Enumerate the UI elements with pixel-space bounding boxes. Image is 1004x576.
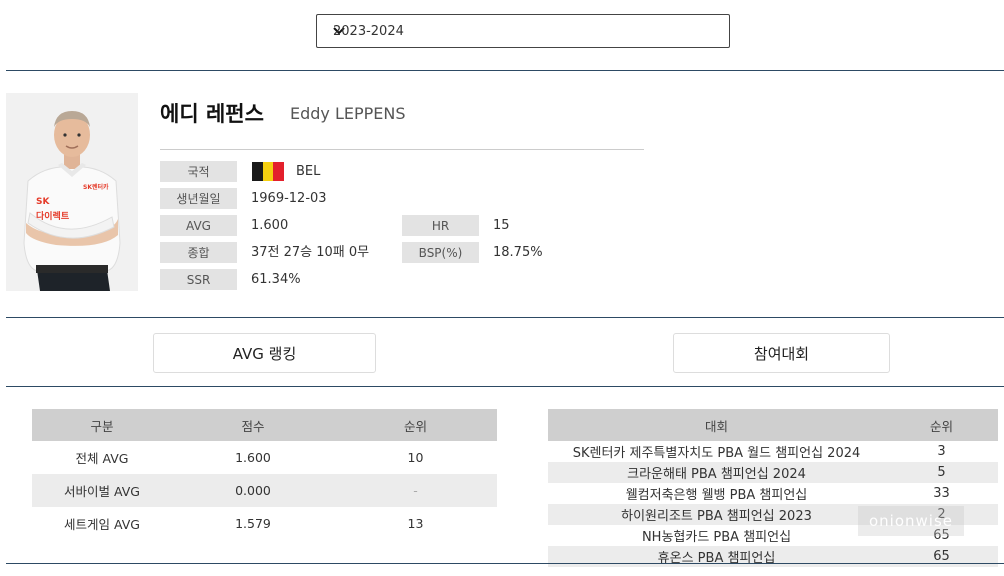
avg-row-category: 서바이벌 AVG bbox=[32, 474, 172, 507]
hr-value: 15 bbox=[493, 218, 510, 233]
tournament-rank: 5 bbox=[885, 462, 998, 483]
avg-value: 1.600 bbox=[251, 218, 289, 233]
shirt-logo-direct: 다이렉트 bbox=[36, 212, 70, 222]
tournament-name: NH농협카드 PBA 챔피언십 bbox=[641, 530, 792, 545]
avg-ranking-table: 구분 점수 순위 전체 AVG 1.600 10 서바이벌 AVG 0.000 … bbox=[32, 409, 497, 540]
tab-tournaments[interactable]: 참여대회 bbox=[673, 333, 890, 373]
table-row[interactable]: 크라운해태 PBA 챔피언십 2024 5 bbox=[548, 462, 998, 483]
tab-avg-ranking[interactable]: AVG 랭킹 bbox=[153, 333, 376, 373]
avg-row-category: 세트게임 AVG bbox=[64, 517, 140, 532]
tournament-rank: 3 bbox=[937, 444, 946, 459]
avg-row-category: 전체 AVG bbox=[75, 451, 129, 466]
season-select-value: 2023-2024 bbox=[333, 23, 404, 39]
birth-value: 1969-12-03 bbox=[251, 191, 327, 206]
table-row: 서바이벌 AVG 0.000 - bbox=[32, 474, 497, 507]
player-photo: SK렌터카 SK 다이렉트 bbox=[6, 93, 138, 291]
tournament-name: 하이원리조트 PBA 챔피언십 2023 bbox=[548, 504, 885, 525]
tournament-name: 웰컴저축은행 웰뱅 PBA 챔피언십 bbox=[625, 488, 808, 503]
table-row[interactable]: SK렌터카 제주특별자치도 PBA 월드 챔피언십 2024 3 bbox=[548, 441, 998, 462]
tournament-table: 대회 순위 SK렌터카 제주특별자치도 PBA 월드 챔피언십 2024 3 크… bbox=[548, 409, 998, 567]
bsp-label: BSP(%) bbox=[402, 242, 479, 263]
avg-row-score: 0.000 bbox=[172, 474, 334, 507]
avg-row-rank: 13 bbox=[407, 516, 424, 531]
name-underline bbox=[160, 149, 644, 150]
birth-label: 생년월일 bbox=[160, 188, 237, 209]
avg-row-rank: - bbox=[334, 474, 497, 507]
watermark: onionwise bbox=[858, 506, 964, 536]
player-name-korean: 에디 레펀스 bbox=[160, 102, 264, 126]
avg-header-rank: 순위 bbox=[334, 409, 497, 441]
tournament-rank: 33 bbox=[933, 486, 950, 501]
player-name-english: Eddy LEPPENS bbox=[290, 104, 406, 123]
tournament-name: 크라운해태 PBA 챔피언십 2024 bbox=[548, 462, 885, 483]
avg-row-score: 1.600 bbox=[235, 450, 271, 465]
record-label: 종합 bbox=[160, 242, 237, 263]
avg-header-category: 구분 bbox=[32, 409, 172, 441]
flag-stripe-red bbox=[273, 162, 285, 181]
shirt-logo-sk: SK bbox=[36, 197, 50, 207]
avg-table-header-row: 구분 점수 순위 bbox=[32, 409, 497, 441]
avg-header-score: 점수 bbox=[172, 409, 334, 441]
tabs-bottom-divider bbox=[6, 386, 1004, 387]
tournament-header-name: 대회 bbox=[548, 409, 885, 441]
belgium-flag-icon bbox=[252, 162, 285, 181]
nationality-value: BEL bbox=[296, 164, 321, 179]
nationality-label: 국적 bbox=[160, 161, 237, 182]
record-value: 37전 27승 10패 0무 bbox=[251, 245, 370, 260]
svg-text:SK렌터카: SK렌터카 bbox=[83, 183, 109, 191]
avg-label: AVG bbox=[160, 215, 237, 236]
tournament-table-header-row: 대회 순위 bbox=[548, 409, 998, 441]
profile-bottom-divider bbox=[6, 317, 1004, 318]
ssr-value: 61.34% bbox=[251, 272, 301, 287]
table-row: 세트게임 AVG 1.579 13 bbox=[32, 507, 497, 540]
flag-stripe-black bbox=[252, 162, 263, 181]
hr-label: HR bbox=[402, 215, 479, 236]
bottom-divider bbox=[6, 563, 1004, 564]
avg-row-score: 1.579 bbox=[235, 516, 271, 531]
table-row: 전체 AVG 1.600 10 bbox=[32, 441, 497, 474]
ssr-label: SSR bbox=[160, 269, 237, 290]
tournament-header-rank: 순위 bbox=[885, 409, 998, 441]
flag-stripe-yellow bbox=[262, 162, 274, 181]
avg-row-rank: 10 bbox=[407, 450, 424, 465]
top-divider bbox=[6, 70, 1004, 71]
table-row[interactable]: 웰컴저축은행 웰뱅 PBA 챔피언십 33 bbox=[548, 483, 998, 504]
season-select[interactable]: 2023-2024 bbox=[316, 14, 730, 48]
tournament-name: SK렌터카 제주특별자치도 PBA 월드 챔피언십 2024 bbox=[572, 446, 861, 461]
bsp-value: 18.75% bbox=[493, 245, 543, 260]
